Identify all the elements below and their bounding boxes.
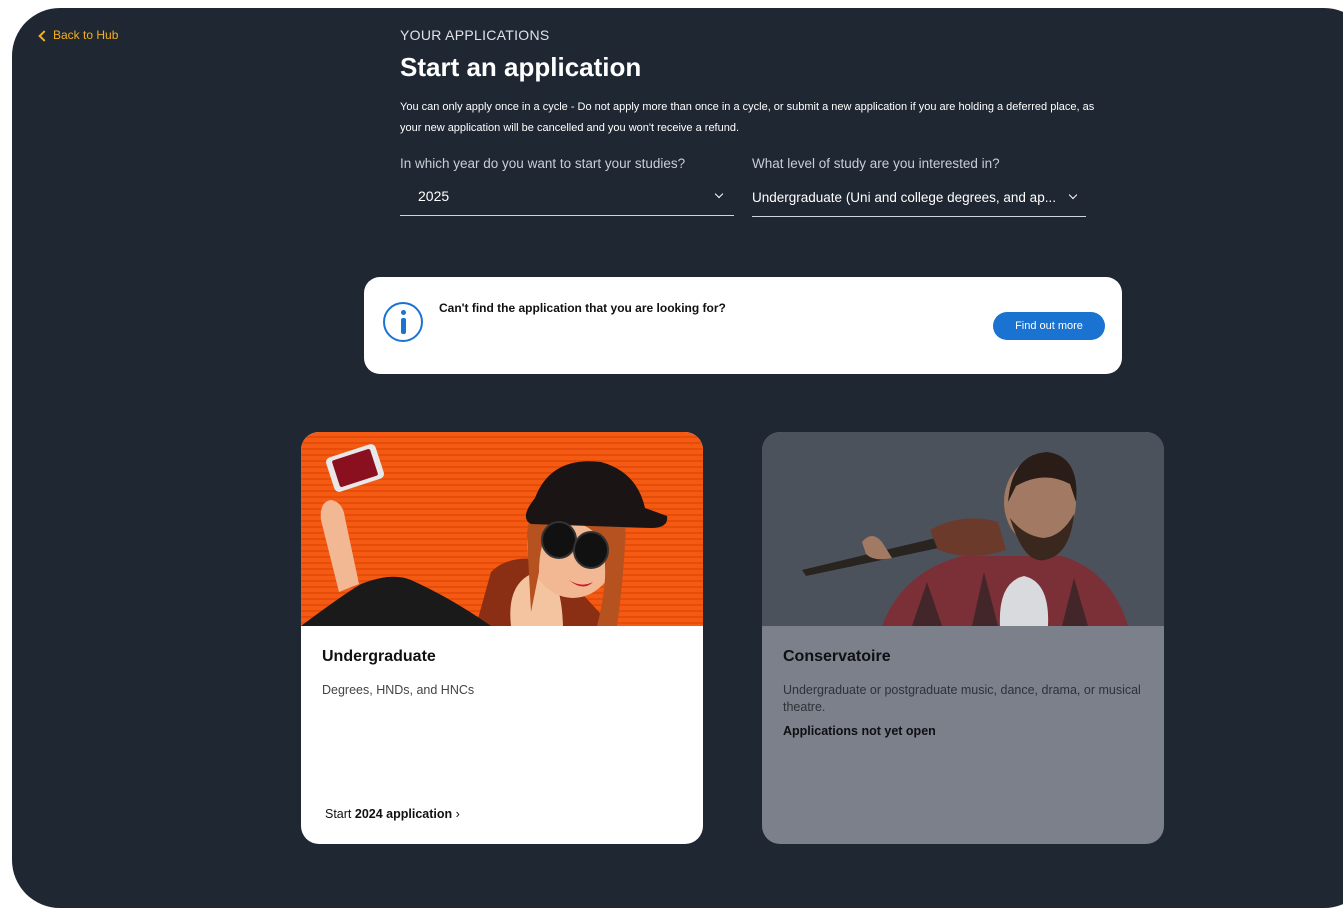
start-application-link[interactable]: Start 2024 application › bbox=[325, 807, 460, 821]
chevron-down-icon bbox=[1068, 190, 1078, 200]
start-application-prefix: Start bbox=[325, 807, 355, 821]
chevron-down-icon bbox=[714, 189, 724, 199]
chevron-left-icon bbox=[38, 29, 50, 42]
start-year-value: 2025 bbox=[418, 188, 450, 204]
start-year-label: In which year do you want to start your … bbox=[400, 156, 686, 171]
chevron-right-icon: › bbox=[452, 807, 460, 821]
conservatoire-card: Conservatoire Undergraduate or postgradu… bbox=[762, 432, 1164, 844]
conservatoire-photo bbox=[762, 432, 1164, 626]
undergraduate-card[interactable]: Undergraduate Degrees, HNDs, and HNCs St… bbox=[301, 432, 703, 844]
conservatoire-status: Applications not yet open bbox=[783, 724, 936, 738]
study-level-label: What level of study are you interested i… bbox=[752, 156, 1000, 171]
undergraduate-description: Degrees, HNDs, and HNCs bbox=[322, 683, 475, 697]
section-eyebrow: YOUR APPLICATIONS bbox=[400, 27, 550, 43]
study-level-value: Undergraduate (Uni and college degrees, … bbox=[752, 190, 1056, 205]
undergraduate-title: Undergraduate bbox=[322, 648, 436, 665]
page-title: Start an application bbox=[400, 52, 642, 82]
info-icon bbox=[383, 302, 423, 342]
info-banner-text: Can't find the application that you are … bbox=[439, 301, 726, 315]
start-year-select[interactable]: 2025 bbox=[400, 188, 734, 216]
back-to-hub-link[interactable]: Back to Hub bbox=[38, 28, 119, 42]
info-banner: Can't find the application that you are … bbox=[364, 277, 1122, 374]
app-screen: Back to Hub YOUR APPLICATIONS Start an a… bbox=[12, 8, 1343, 908]
back-to-hub-label: Back to Hub bbox=[53, 28, 119, 42]
start-application-year: 2024 application bbox=[354, 807, 453, 821]
undergraduate-photo bbox=[301, 432, 703, 626]
study-level-select[interactable]: Undergraduate (Uni and college degrees, … bbox=[752, 190, 1086, 217]
cycle-warning-text: You can only apply once in a cycle - Do … bbox=[400, 101, 1095, 134]
conservatoire-title: Conservatoire bbox=[783, 648, 891, 665]
conservatoire-description: Undergraduate or postgraduate music, dan… bbox=[783, 683, 1141, 714]
find-out-more-button[interactable]: Find out more bbox=[993, 312, 1105, 340]
